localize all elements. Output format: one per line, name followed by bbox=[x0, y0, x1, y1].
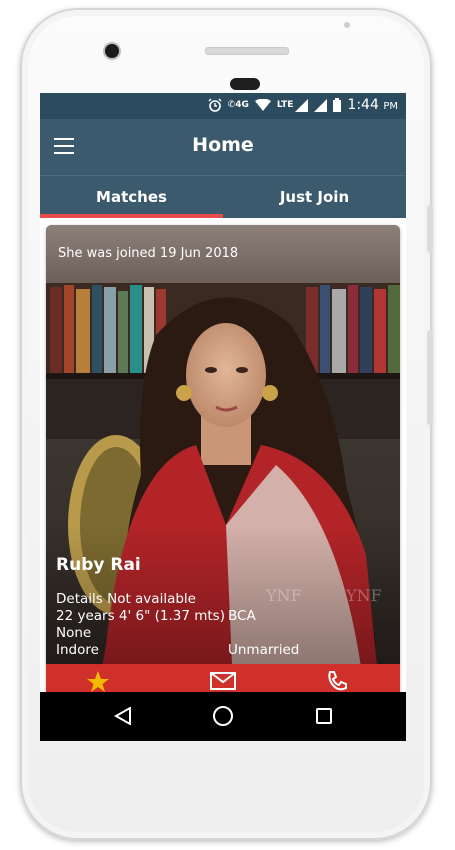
phone-top-dot bbox=[344, 22, 350, 28]
proximity-sensor bbox=[230, 78, 260, 90]
profile-name[interactable]: Ruby Rai bbox=[56, 555, 141, 575]
power-button bbox=[427, 330, 433, 425]
phone-4g-icon: ✆4G bbox=[227, 100, 249, 110]
status-bar: ✆4G LTE 1:44 PM bbox=[40, 93, 406, 119]
volume-button bbox=[427, 205, 433, 253]
profile-education: BCA bbox=[228, 608, 256, 624]
lte-signal-icon bbox=[295, 98, 309, 112]
star-icon[interactable] bbox=[86, 670, 126, 694]
earpiece-speaker bbox=[205, 47, 289, 55]
recent-apps-icon[interactable] bbox=[316, 708, 332, 724]
alarm-icon bbox=[208, 98, 222, 112]
page-title: Home bbox=[192, 134, 254, 156]
profile-marital-status: Unmarried bbox=[228, 642, 300, 658]
mail-icon[interactable] bbox=[210, 670, 250, 694]
card-action-bar bbox=[46, 664, 400, 694]
phone-icon[interactable] bbox=[326, 670, 366, 694]
profile-occupation: None bbox=[56, 625, 92, 641]
home-icon[interactable] bbox=[213, 706, 233, 726]
system-nav-bar bbox=[40, 692, 406, 741]
front-camera bbox=[105, 44, 119, 58]
wifi-icon bbox=[254, 99, 271, 111]
profile-age-height: 22 years 4' 6" (1.37 mts) bbox=[56, 608, 225, 624]
joined-date: She was joined 19 Jun 2018 bbox=[58, 246, 239, 261]
tab-just-join[interactable]: Just Join bbox=[223, 176, 406, 218]
watermark-text: YNF bbox=[265, 586, 302, 605]
tab-matches[interactable]: Matches bbox=[40, 176, 223, 218]
lte-label: LTE bbox=[276, 100, 294, 110]
profile-details: Details Not available bbox=[56, 591, 196, 607]
app-bar: Home bbox=[40, 119, 406, 175]
tab-bar: Matches Just Join bbox=[40, 175, 406, 218]
signal-icon bbox=[314, 98, 328, 112]
profile-location: Indore bbox=[56, 642, 99, 658]
phone-screen: ✆4G LTE 1:44 PM Home Matches Just Join Y… bbox=[40, 93, 406, 741]
battery-icon bbox=[333, 98, 342, 112]
back-icon[interactable] bbox=[114, 707, 132, 725]
watermark-text: YNF bbox=[345, 586, 382, 605]
tab-indicator bbox=[40, 214, 223, 218]
network-4g-label: 4G bbox=[235, 100, 249, 110]
status-time: 1:44 PM bbox=[347, 97, 398, 113]
